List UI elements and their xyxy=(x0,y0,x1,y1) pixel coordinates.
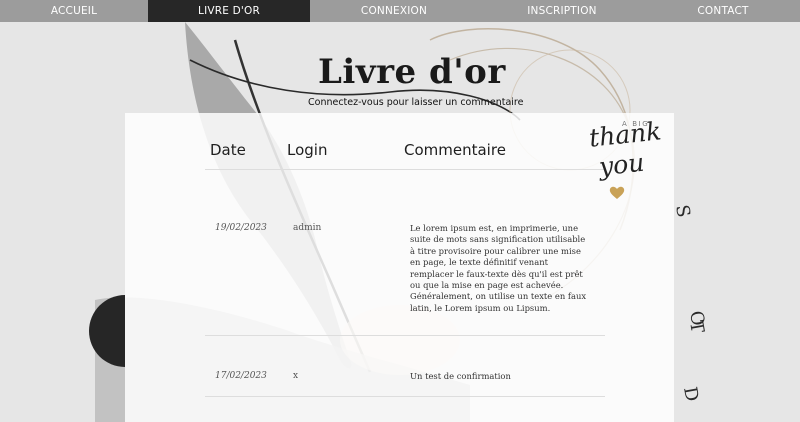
page-title: Livre d'or xyxy=(318,52,506,92)
thank-you-badge: A BIG thank you xyxy=(587,116,669,206)
svg-text:D: D xyxy=(679,385,702,403)
row-comment: Le lorem ipsum est, en imprimerie, une s… xyxy=(410,223,587,313)
nav-accueil[interactable]: ACCUEIL xyxy=(0,0,148,22)
svg-text:S: S xyxy=(671,203,694,219)
alphabet-decoration: S O T D xyxy=(671,203,708,403)
row-comment: Un test de confirmation xyxy=(410,371,511,381)
row-login: admin xyxy=(293,223,322,233)
column-header-login: Login xyxy=(287,141,328,159)
badge-you-text: you xyxy=(597,147,646,182)
column-header-date: Date xyxy=(210,141,246,159)
dark-half-circle xyxy=(89,295,125,367)
nav-contact[interactable]: CONTACT xyxy=(646,0,800,22)
row-divider xyxy=(205,335,605,336)
nav-inscription[interactable]: INSCRIPTION xyxy=(478,0,646,22)
row-divider xyxy=(205,396,605,397)
nav-livre-dor[interactable]: LIVRE D'OR xyxy=(148,0,310,22)
heart-icon xyxy=(609,186,625,199)
column-header-comment: Commentaire xyxy=(404,141,506,159)
main-navbar: ACCUEIL LIVRE D'OR CONNEXION INSCRIPTION… xyxy=(0,0,800,22)
header-divider xyxy=(205,169,605,170)
row-date: 19/02/2023 xyxy=(215,223,267,233)
page-subtitle: Connectez-vous pour laisser un commentai… xyxy=(308,97,524,108)
badge-thank-text: thank xyxy=(587,116,663,153)
row-login: x xyxy=(293,371,299,381)
row-date: 17/02/2023 xyxy=(215,371,267,381)
nav-connexion[interactable]: CONNEXION xyxy=(310,0,478,22)
svg-text:T: T xyxy=(685,319,708,334)
